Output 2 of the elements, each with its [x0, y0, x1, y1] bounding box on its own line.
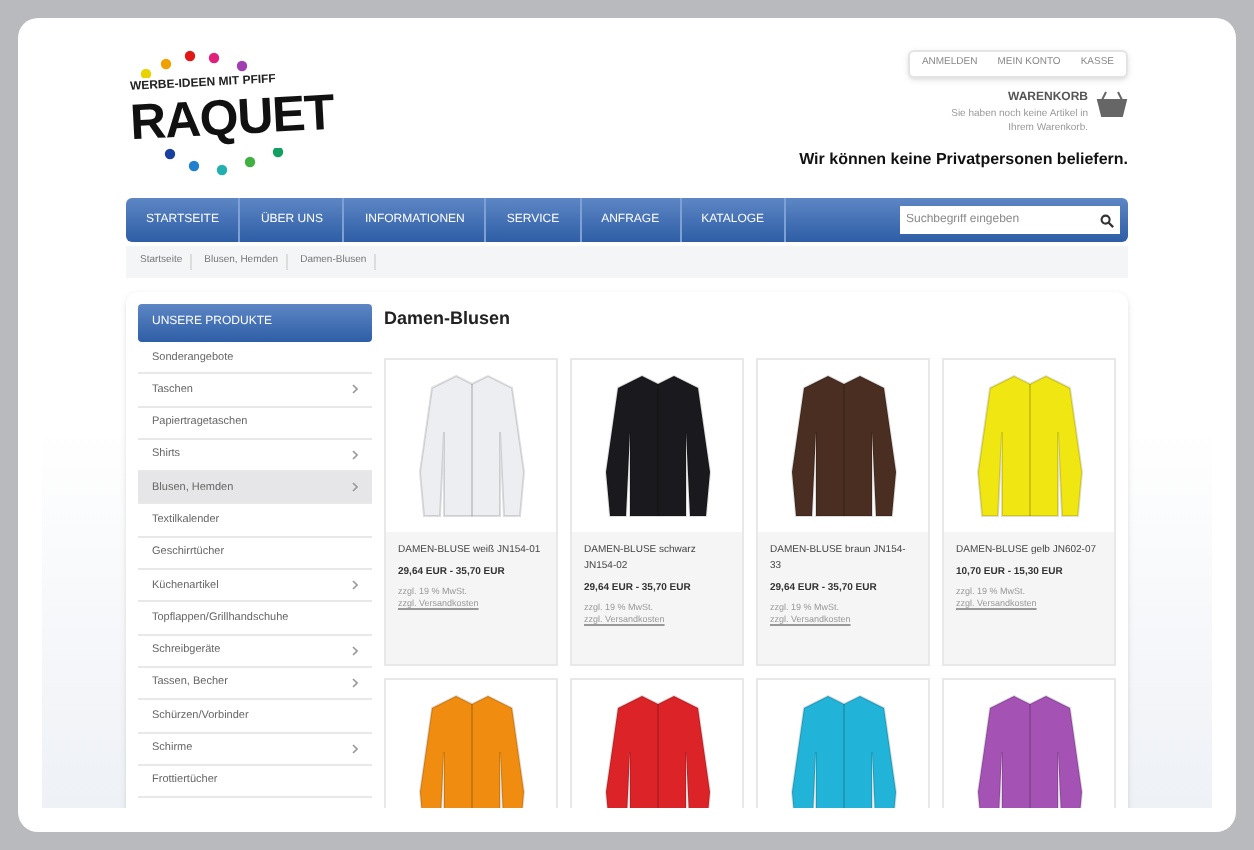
notice-text: Wir können keine Privatpersonen beliefern. — [799, 147, 1128, 171]
page-heading: Damen-Blusen — [384, 306, 513, 332]
